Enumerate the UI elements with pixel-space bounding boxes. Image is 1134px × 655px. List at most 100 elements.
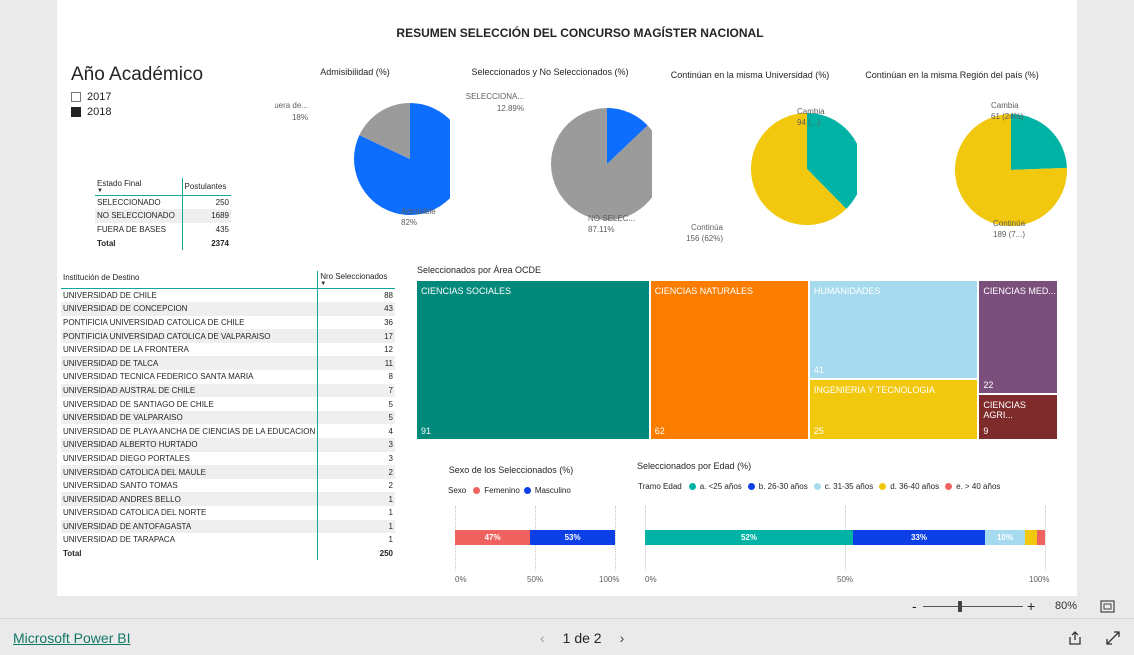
legend-dot-icon: [945, 483, 953, 490]
bar-segment[interactable]: 52%: [645, 530, 853, 545]
femenino-legend-dot-icon: [473, 487, 481, 494]
table-row: UNIVERSIDAD ALBERTO HURTADO 3: [61, 438, 395, 452]
slicer-option-2018[interactable]: 2018: [71, 106, 111, 118]
treemap-tile[interactable]: CIENCIAS AGRI... 9: [979, 394, 1057, 439]
table-row: NO SELECCIONADO 1689: [95, 209, 231, 223]
pie2-value-nosel: 87.11%: [588, 225, 615, 234]
table-row: UNIVERSIDAD DE CHILE 88: [61, 288, 395, 303]
cell-nro: 5: [317, 410, 395, 425]
cell-nro: 12: [317, 342, 395, 357]
page-navigator: ‹ 1 de 2 ›: [540, 630, 624, 646]
legend-title: Tramo Edad: [638, 482, 682, 491]
column-header-nro[interactable]: Nro Seleccionados ▼: [317, 271, 395, 289]
report-canvas: RESUMEN SELECCIÓN DEL CONCURSO MAGÍSTER …: [57, 0, 1077, 596]
bar-segment[interactable]: [1025, 530, 1037, 545]
column-header-institucion[interactable]: Institución de Destino: [61, 271, 318, 289]
gridline: [615, 506, 616, 570]
zoom-slider[interactable]: [923, 606, 1023, 607]
legend-item[interactable]: a. <25 años: [700, 482, 742, 491]
table-row: UNIVERSIDAD DE TARAPACA 1: [61, 533, 395, 547]
edad-bar-chart[interactable]: 0% 50% 100% 52% 33% 10%: [645, 506, 1049, 586]
pie4-title: Continúan en la misma Región del país (%…: [865, 70, 1039, 80]
treemap-tile[interactable]: CIENCIAS SOCIALES 91: [417, 281, 649, 439]
pie-slice[interactable]: [1011, 114, 1067, 170]
legend-item-masculino[interactable]: Masculino: [535, 486, 571, 495]
sexo-legend: Sexo Femenino Masculino: [448, 486, 571, 495]
treemap-title: Seleccionados por Área OCDE: [417, 265, 542, 275]
cell-institucion: UNIVERSIDAD DE SANTIAGO DE CHILE: [63, 399, 214, 409]
pie1-value-admisible: 82%: [401, 218, 417, 227]
x-tick-label: 50%: [527, 575, 544, 584]
legend-item-femenino[interactable]: Femenino: [484, 486, 520, 495]
treemap-tile[interactable]: CIENCIAS NATURALES 62: [650, 281, 808, 439]
pie4-label-continua: Continúa: [993, 219, 1026, 228]
slicer-option-2017[interactable]: 2017: [71, 91, 111, 103]
zoom-out-button[interactable]: -: [912, 598, 917, 614]
table-row: UNIVERSIDAD DE PLAYA ANCHA DE CIENCIAS D…: [61, 424, 395, 439]
bar-segment[interactable]: 47%: [455, 530, 531, 545]
bar-segment[interactable]: 10%: [985, 530, 1025, 545]
cell-institucion: UNIVERSIDAD DE CONCEPCION: [61, 302, 318, 316]
pie2-title: Seleccionados y No Seleccionados (%): [471, 67, 629, 77]
treemap-tile-label: HUMANIDADES: [813, 286, 881, 296]
legend-item[interactable]: b. 26-30 años: [759, 482, 808, 491]
treemap-tile[interactable]: CIENCIAS MED... 22: [979, 281, 1057, 393]
zoom-in-button[interactable]: +: [1027, 598, 1035, 614]
zoom-slider-handle[interactable]: [958, 601, 962, 612]
treemap-tile-label: CIENCIAS SOCIALES: [421, 286, 512, 296]
cell-institucion: UNIVERSIDAD CATOLICA DEL NORTE: [63, 508, 207, 518]
cell-institucion: UNIVERSIDAD DE CHILE: [63, 291, 157, 301]
table-row: UNIVERSIDAD DE LA FRONTERA 12: [61, 342, 395, 357]
pie3-title: Continúan en la misma Universidad (%): [670, 70, 830, 80]
checkbox-checked-icon[interactable]: [71, 107, 81, 117]
table-row: PONTIFICIA UNIVERSIDAD CATOLICA DE VALPA…: [61, 329, 395, 343]
x-tick-label: 0%: [455, 575, 467, 584]
treemap-tile-value: 62: [654, 426, 665, 436]
x-tick-label: 100%: [1029, 575, 1050, 584]
pie2-chart[interactable]: SELECCIONA... 12.89% NO SELEC... 87.11%: [462, 90, 652, 240]
bar-segment[interactable]: 33%: [853, 530, 985, 545]
checkbox-icon[interactable]: [71, 92, 81, 102]
pie4-value-continua: 189 (7...): [993, 230, 1025, 239]
cell-nro: 1: [317, 492, 395, 506]
table-row: UNIVERSIDAD DE ANTOFAGASTA 1: [61, 519, 395, 534]
table-row: SELECCIONADO 250: [95, 195, 231, 210]
cell-institucion: UNIVERSIDAD DE VALPARAISO: [61, 410, 318, 425]
pie4-chart[interactable]: Cambia 61 (24%) Continúa 189 (7...): [857, 98, 1071, 248]
legend-title: Sexo: [448, 486, 467, 495]
cell-institucion: PONTIFICIA UNIVERSIDAD CATOLICA DE VALPA…: [61, 329, 318, 343]
treemap-tile[interactable]: HUMANIDADES 41: [809, 281, 978, 379]
fit-to-page-icon[interactable]: [1100, 600, 1115, 613]
pie3-value-cambia: 94 (...): [797, 118, 820, 127]
pie1-chart[interactable]: Fuera de... 18% Admisible 82%: [275, 90, 450, 240]
next-page-icon[interactable]: ›: [620, 630, 625, 646]
bar-segment[interactable]: 53%: [530, 530, 615, 545]
fullscreen-icon[interactable]: [1105, 630, 1121, 646]
prev-page-icon[interactable]: ‹: [540, 630, 545, 646]
column-header-postulantes[interactable]: Postulantes: [181, 178, 231, 196]
treemap-tile[interactable]: INGENIERIA Y TECNOLOGIA 25: [809, 380, 978, 439]
table-row: PONTIFICIA UNIVERSIDAD CATOLICA DE CHILE…: [61, 315, 395, 330]
cell-institucion: UNIVERSIDAD CATOLICA DEL MAULE: [61, 465, 318, 479]
legend-item[interactable]: c. 31-35 años: [825, 482, 873, 491]
share-icon[interactable]: [1067, 630, 1083, 646]
legend-item[interactable]: d. 36-40 años: [890, 482, 939, 491]
pie3-value-continua: 156 (62%): [686, 234, 723, 243]
legend-item[interactable]: e. > 40 años: [956, 482, 1000, 491]
table-total-row: Total 2374: [95, 236, 231, 250]
zoom-level: 80%: [1055, 600, 1078, 612]
table-row: UNIVERSIDAD DE SANTIAGO DE CHILE 5: [61, 397, 395, 411]
table-row: UNIVERSIDAD CATOLICA DEL NORTE 1: [61, 506, 395, 520]
cell-nro: 3: [317, 438, 395, 452]
bar-segment[interactable]: [1037, 530, 1045, 545]
cell-institucion: UNIVERSIDAD DIEGO PORTALES: [63, 453, 190, 463]
table-row: UNIVERSIDAD DE VALPARAISO 5: [61, 410, 395, 425]
pie1-label-admisible: Admisible: [401, 207, 436, 216]
cell-institucion: UNIVERSIDAD DE LA FRONTERA: [63, 345, 189, 355]
column-header-estado[interactable]: Estado Final ▼: [95, 178, 182, 196]
sexo-bar-chart[interactable]: 0% 50% 100% 47% 53%: [455, 506, 619, 586]
pie3-chart[interactable]: Cambia 94 (...) Continúa 156 (62%): [657, 98, 857, 248]
cell-nro: 2: [317, 465, 395, 479]
power-bi-link[interactable]: Microsoft Power BI: [13, 630, 130, 646]
legend-dot-icon: [879, 483, 887, 490]
